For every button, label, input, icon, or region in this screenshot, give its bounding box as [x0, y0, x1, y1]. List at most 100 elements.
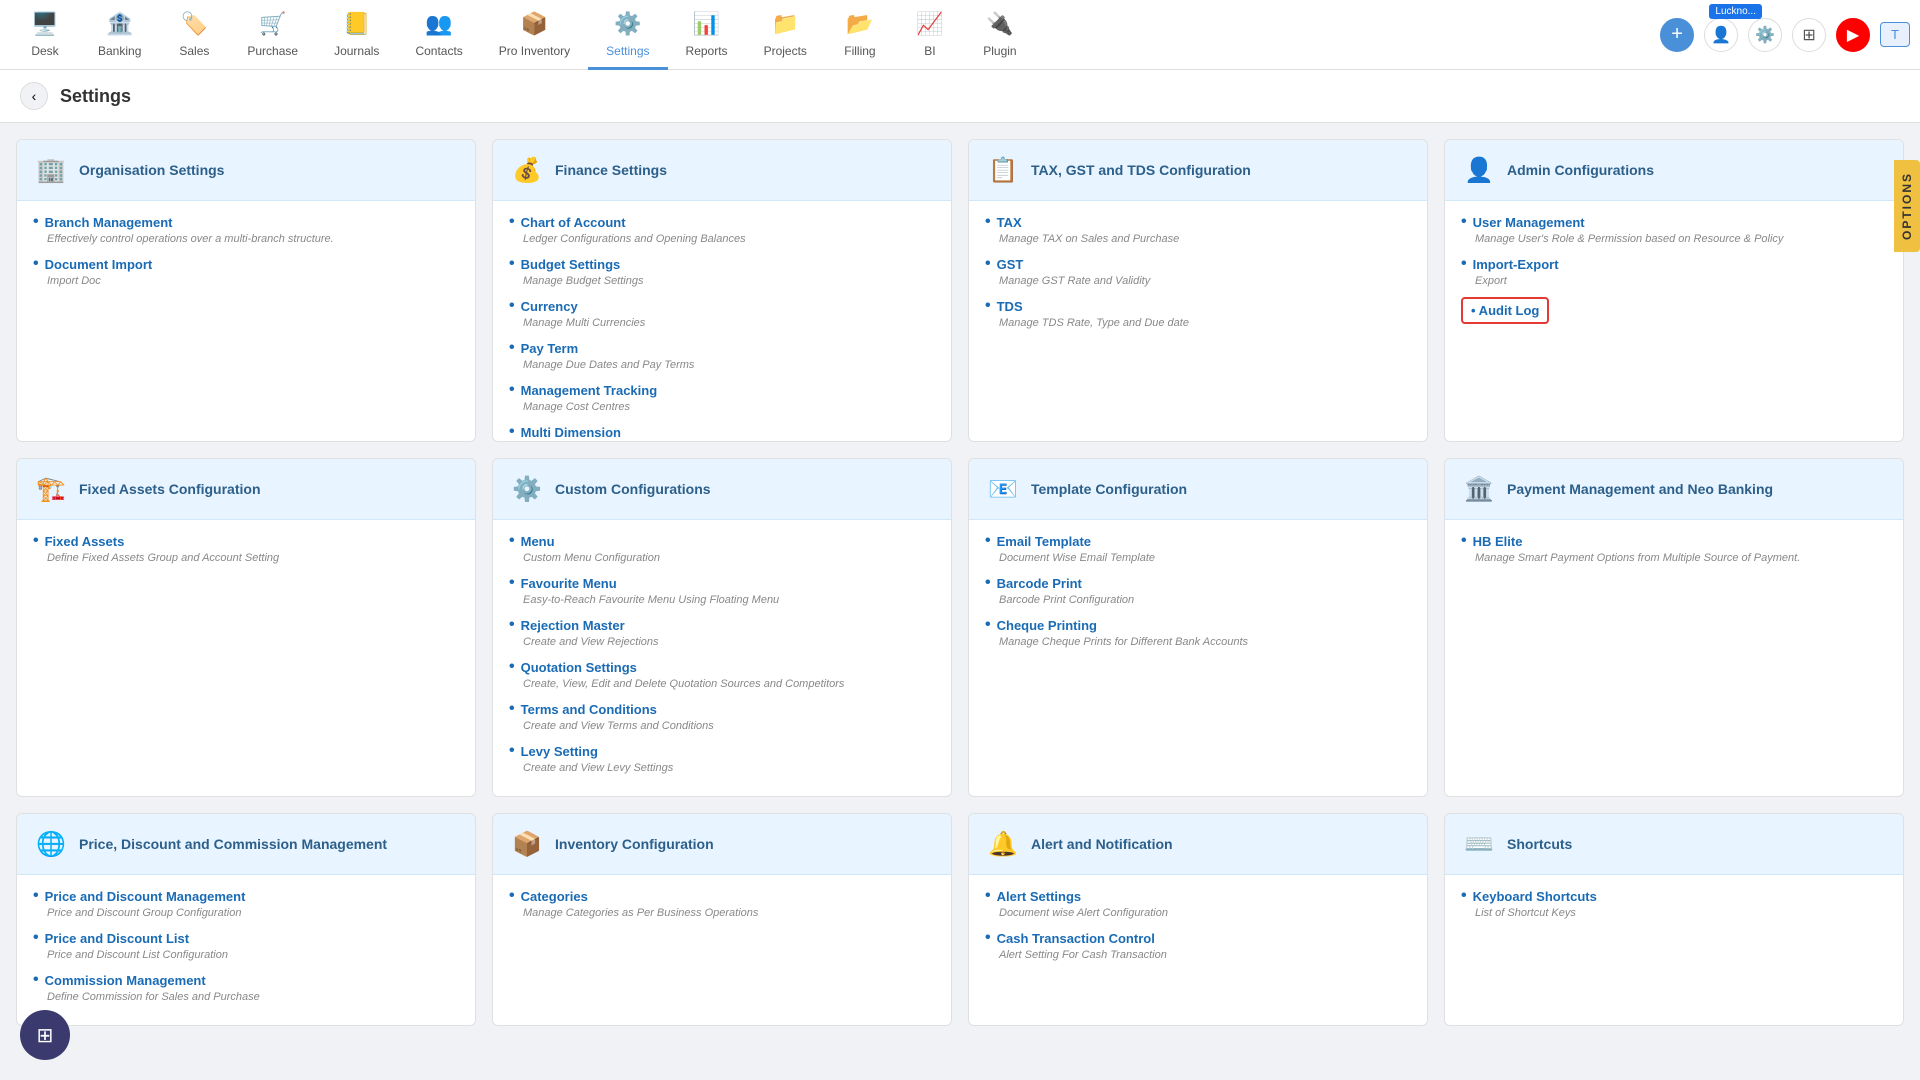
nav-item-banking[interactable]: 🏦 Banking: [80, 0, 159, 70]
card-item-title[interactable]: Pay Term: [509, 339, 935, 357]
card-item-title[interactable]: Cheque Printing: [985, 616, 1411, 634]
card-item-desc: Effectively control operations over a mu…: [47, 233, 459, 245]
card-body: Fixed Assets Define Fixed Assets Group a…: [17, 520, 475, 586]
card-item-title[interactable]: Fixed Assets: [33, 532, 459, 550]
nav-label-sales: Sales: [179, 44, 209, 58]
card-item-title[interactable]: • Audit Log: [1471, 303, 1539, 318]
nav-label-settings: Settings: [606, 44, 649, 58]
card-template-configuration: 📧 Template Configuration Email Template …: [968, 458, 1428, 797]
nav-item-reports[interactable]: 📊 Reports: [668, 0, 746, 70]
card-item-title[interactable]: Document Import: [33, 255, 459, 273]
nav-item-pro-inventory[interactable]: 📦 Pro Inventory: [481, 0, 588, 70]
card-header: 🏗️ Fixed Assets Configuration: [17, 459, 475, 520]
card-item-title[interactable]: Barcode Print: [985, 574, 1411, 592]
nav-icon-banking: 🏦: [104, 8, 136, 40]
nav-item-settings[interactable]: ⚙️ Settings: [588, 0, 667, 70]
card-item-title[interactable]: Import-Export: [1461, 255, 1887, 273]
card-item-title[interactable]: Menu: [509, 532, 935, 550]
card-item-desc: Create and View Rejections: [523, 636, 935, 648]
card-item-title[interactable]: Keyboard Shortcuts: [1461, 887, 1887, 905]
card-header: 🌐 Price, Discount and Commission Managem…: [17, 814, 475, 875]
card-item: Pay Term Manage Due Dates and Pay Terms: [509, 339, 935, 371]
nav-item-bi[interactable]: 📈 BI: [895, 0, 965, 70]
card-item-title[interactable]: Rejection Master: [509, 616, 935, 634]
card-body: Alert Settings Document wise Alert Confi…: [969, 875, 1427, 983]
card-item-title[interactable]: HB Elite: [1461, 532, 1887, 550]
card-item-title[interactable]: TDS: [985, 297, 1411, 315]
card-header: 👤 Admin Configurations: [1445, 140, 1903, 201]
add-button[interactable]: +: [1660, 18, 1694, 52]
card-item-title[interactable]: Favourite Menu: [509, 574, 935, 592]
grid-button[interactable]: ⊞: [1792, 18, 1826, 52]
nav-icon-filling: 📂: [844, 8, 876, 40]
card-icon: 🏛️: [1461, 471, 1497, 507]
card-item-desc: Manage Cheque Prints for Different Bank …: [999, 636, 1411, 648]
nav-label-projects: Projects: [764, 44, 807, 58]
card-item-desc: Create, View, Edit and Delete Quotation …: [523, 678, 935, 690]
card-item-title[interactable]: Alert Settings: [985, 887, 1411, 905]
card-item-title[interactable]: Multi Dimension: [509, 423, 935, 441]
card-item-desc: Price and Discount List Configuration: [47, 949, 459, 961]
nav-item-plugin[interactable]: 🔌 Plugin: [965, 0, 1035, 70]
nav-item-contacts[interactable]: 👥 Contacts: [397, 0, 480, 70]
card-item-title[interactable]: Commission Management: [33, 971, 459, 989]
card-item-title[interactable]: Email Template: [985, 532, 1411, 550]
card-item-title[interactable]: Branch Management: [33, 213, 459, 231]
card-item-title[interactable]: Cash Transaction Control: [985, 929, 1411, 947]
nav-item-desk[interactable]: 🖥️ Desk: [10, 0, 80, 70]
card-body: User Management Manage User's Role & Per…: [1445, 201, 1903, 346]
card-icon: 👤: [1461, 152, 1497, 188]
card-header: 📋 TAX, GST and TDS Configuration: [969, 140, 1427, 201]
card-item-desc: Custom Menu Configuration: [523, 552, 935, 564]
profile-button[interactable]: 👤: [1704, 18, 1738, 52]
nav-label-banking: Banking: [98, 44, 141, 58]
card-item-title[interactable]: Management Tracking: [509, 381, 935, 399]
card-item-title[interactable]: Categories: [509, 887, 935, 905]
card-item: Branch Management Effectively control op…: [33, 213, 459, 245]
card-icon: ⌨️: [1461, 826, 1497, 862]
nav-label-bi: BI: [924, 44, 935, 58]
card-item: Rejection Master Create and View Rejecti…: [509, 616, 935, 648]
card-item-desc: Manage GST Rate and Validity: [999, 275, 1411, 287]
card-title: Finance Settings: [555, 162, 667, 178]
card-item-title[interactable]: Price and Discount List: [33, 929, 459, 947]
card-header: 📦 Inventory Configuration: [493, 814, 951, 875]
user-button[interactable]: T: [1880, 22, 1910, 47]
back-button[interactable]: ‹: [20, 82, 48, 110]
card-icon: 🏗️: [33, 471, 69, 507]
nav-items: 🖥️ Desk 🏦 Banking 🏷️ Sales 🛒 Purchase 📒 …: [10, 0, 1660, 70]
card-item-desc: Manage Due Dates and Pay Terms: [523, 359, 935, 371]
card-body: HB Elite Manage Smart Payment Options fr…: [1445, 520, 1903, 586]
youtube-button[interactable]: ▶: [1836, 18, 1870, 52]
nav-item-purchase[interactable]: 🛒 Purchase: [229, 0, 316, 70]
card-item: Menu Custom Menu Configuration: [509, 532, 935, 564]
options-sidebar[interactable]: OPTIONS: [1894, 160, 1920, 252]
card-item: Quotation Settings Create, View, Edit an…: [509, 658, 935, 690]
card-item-title[interactable]: TAX: [985, 213, 1411, 231]
card-inventory-configuration: 📦 Inventory Configuration Categories Man…: [492, 813, 952, 1026]
nav-item-journals[interactable]: 📒 Journals: [316, 0, 397, 70]
card-item-title[interactable]: Levy Setting: [509, 742, 935, 760]
card-item-title[interactable]: Chart of Account: [509, 213, 935, 231]
card-item-title[interactable]: GST: [985, 255, 1411, 273]
card-fixed-assets: 🏗️ Fixed Assets Configuration Fixed Asse…: [16, 458, 476, 797]
card-item-desc: Easy-to-Reach Favourite Menu Using Float…: [523, 594, 935, 606]
card-item-title[interactable]: Budget Settings: [509, 255, 935, 273]
settings-button[interactable]: ⚙️: [1748, 18, 1782, 52]
card-body: Email Template Document Wise Email Templ…: [969, 520, 1427, 670]
card-item: TDS Manage TDS Rate, Type and Due date: [985, 297, 1411, 329]
card-item-title[interactable]: Currency: [509, 297, 935, 315]
card-item: Cheque Printing Manage Cheque Prints for…: [985, 616, 1411, 648]
nav-icon-journals: 📒: [341, 8, 373, 40]
card-admin-configurations: 👤 Admin Configurations User Management M…: [1444, 139, 1904, 442]
nav-item-filling[interactable]: 📂 Filling: [825, 0, 895, 70]
card-item-title[interactable]: Quotation Settings: [509, 658, 935, 676]
nav-item-projects[interactable]: 📁 Projects: [746, 0, 825, 70]
nav-item-sales[interactable]: 🏷️ Sales: [159, 0, 229, 70]
card-item-title[interactable]: Price and Discount Management: [33, 887, 459, 905]
card-item-title[interactable]: Terms and Conditions: [509, 700, 935, 718]
floating-apps-button[interactable]: ⊞: [20, 1010, 70, 1060]
nav-icon-plugin: 🔌: [984, 8, 1016, 40]
card-item-desc: Define Fixed Assets Group and Account Se…: [47, 552, 459, 564]
card-item-title[interactable]: User Management: [1461, 213, 1887, 231]
